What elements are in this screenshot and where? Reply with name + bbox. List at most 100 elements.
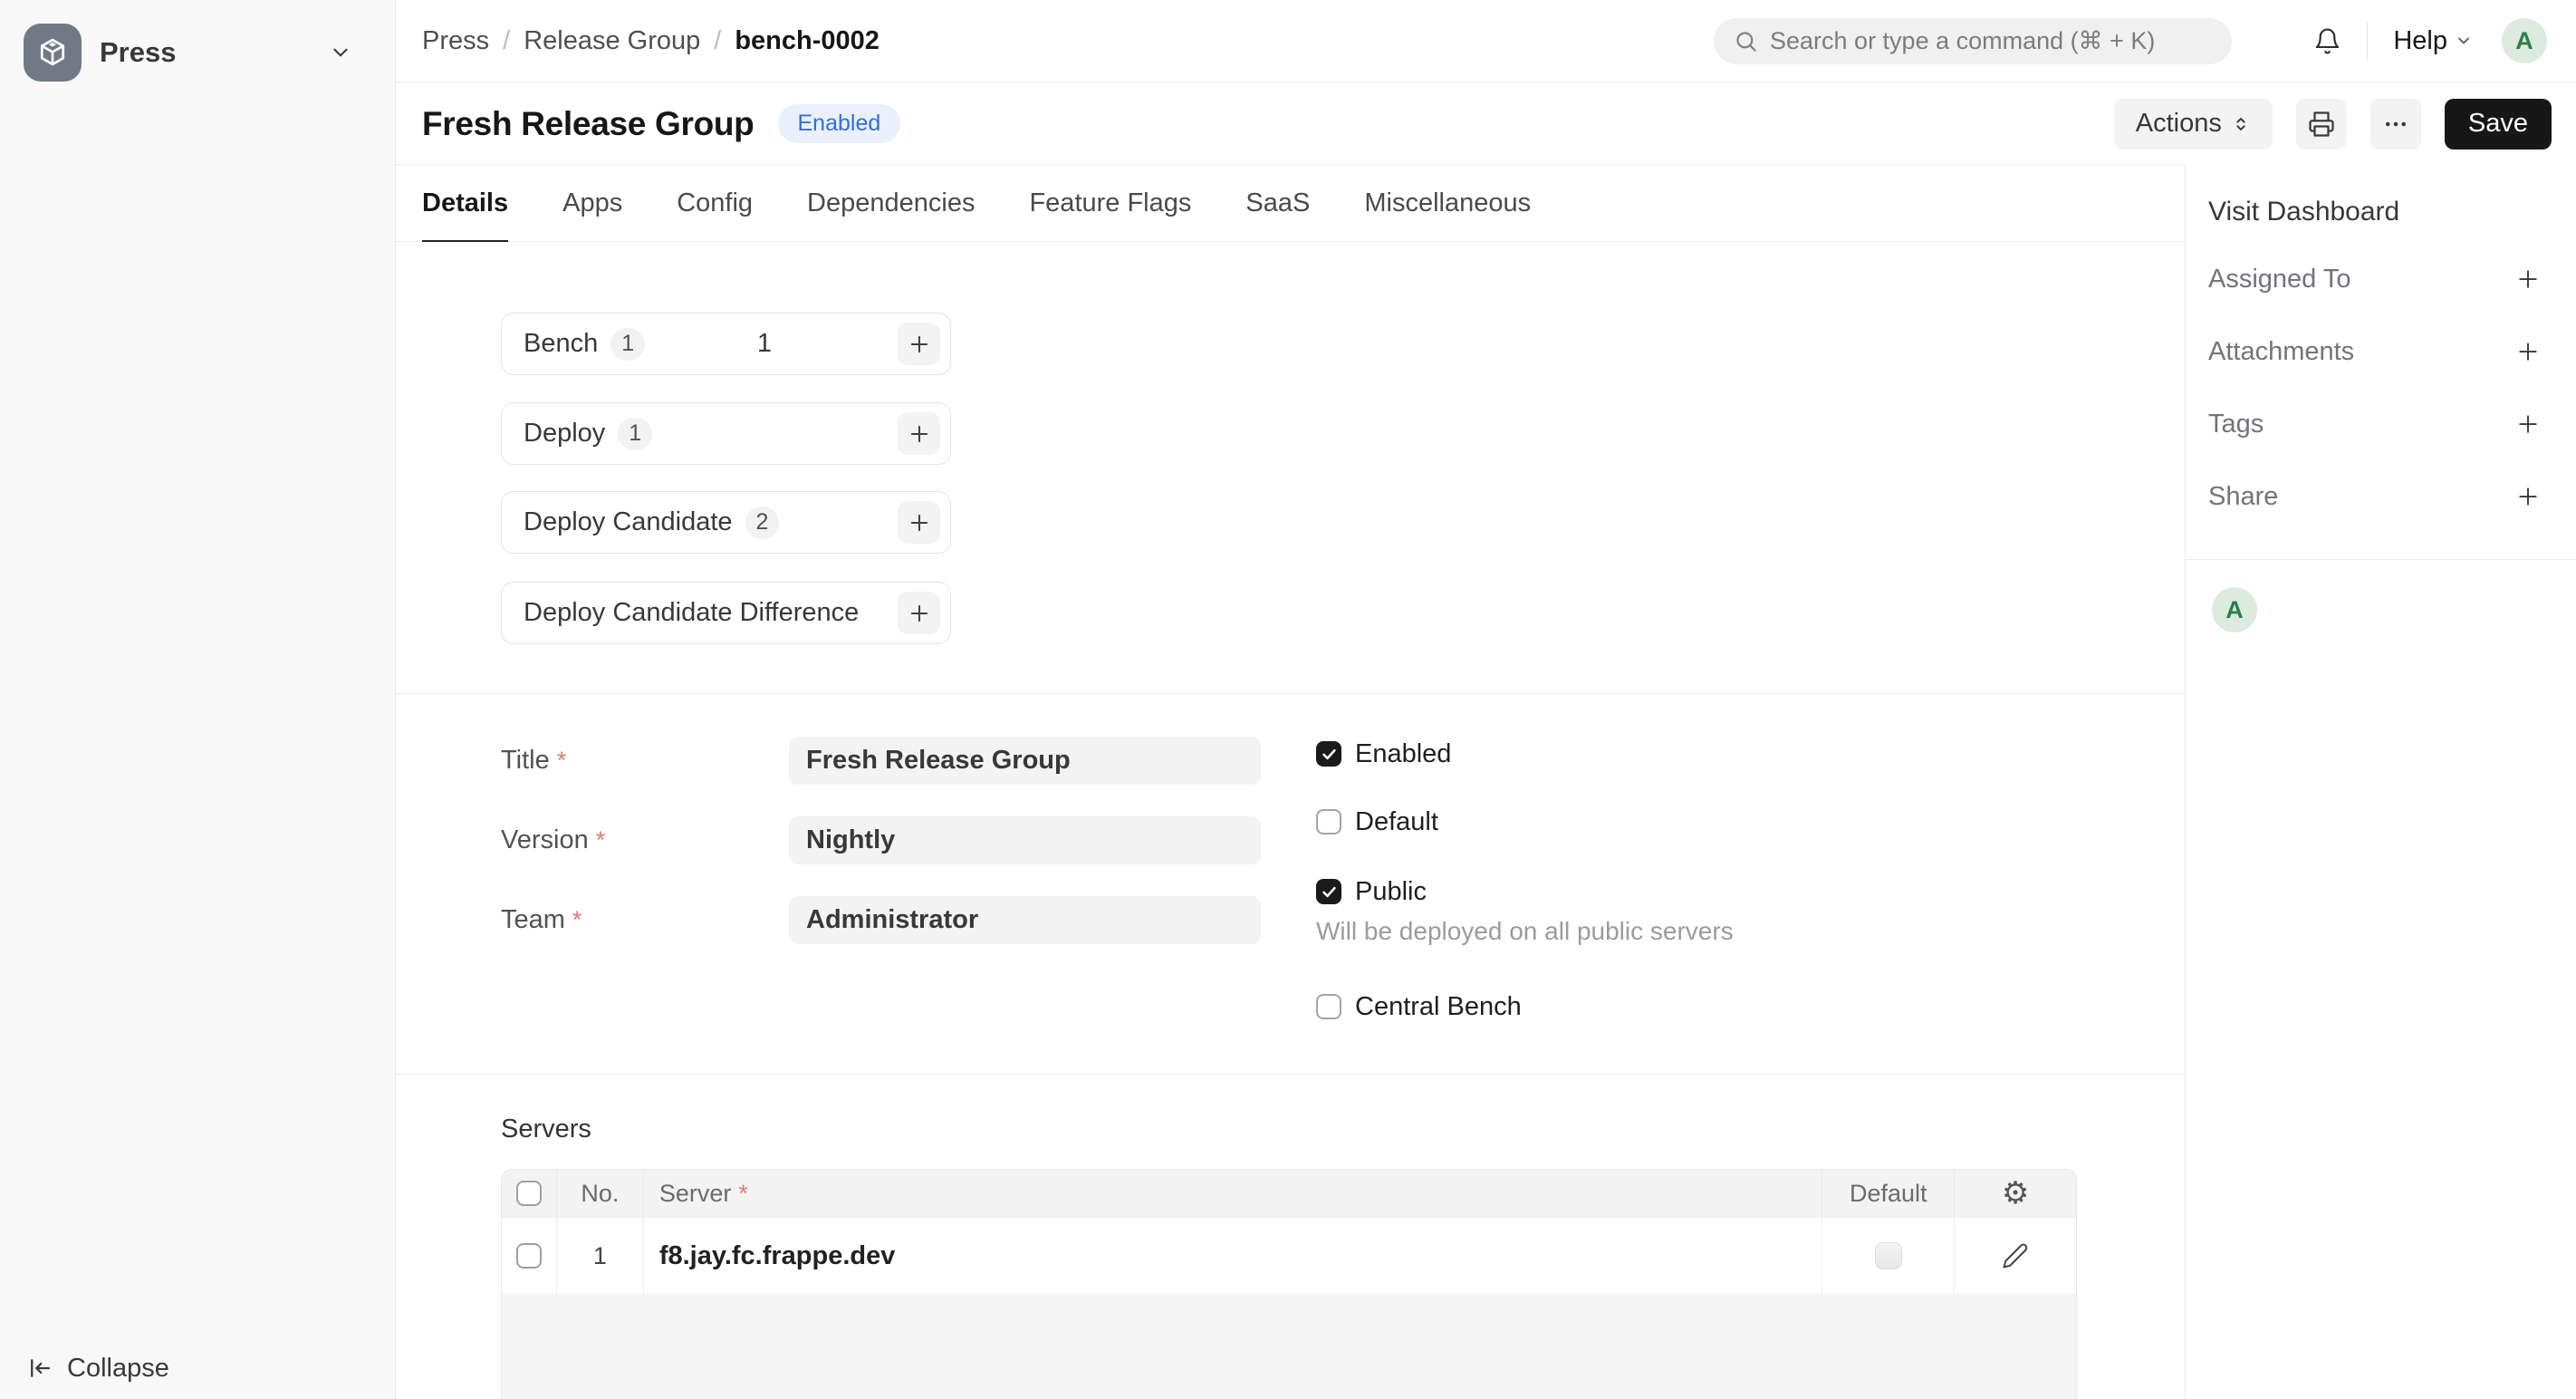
attachments-label: Attachments [2208,337,2354,367]
required-asterisk: * [596,826,606,854]
chevron-down-icon [329,41,352,64]
link-card-deploy[interactable]: Deploy 1 [501,402,951,465]
plus-icon [907,601,932,626]
tab-saas[interactable]: SaaS [1245,165,1310,242]
team-field-label: Team* [501,896,582,944]
plus-icon [2514,338,2542,365]
workspace-switcher[interactable]: Press [24,22,372,83]
breadcrumb-press[interactable]: Press [422,26,489,56]
servers-section-title: Servers [501,1114,591,1144]
checkbox-label: Central Bench [1355,992,1522,1022]
page-title: Fresh Release Group [422,105,755,143]
add-deploy-candidate-button[interactable] [898,501,940,544]
enabled-checkbox[interactable]: Enabled [1316,740,1451,767]
notifications-bell-icon[interactable] [2313,27,2341,55]
add-attachment-button[interactable] [2514,338,2542,365]
link-card-count-badge: 1 [618,418,652,450]
collapse-label: Collapse [67,1354,169,1384]
checkbox-unchecked-icon [1316,809,1341,835]
link-card-count-badge: 1 [610,328,645,361]
add-share-button[interactable] [2514,483,2542,510]
topbar-right-cluster: Help A [2313,0,2547,82]
add-deploy-button[interactable] [898,412,940,455]
actions-label: Actions [2136,109,2222,139]
help-label: Help [2393,26,2447,56]
link-card-count-badge: 2 [745,507,780,539]
plus-icon [2514,410,2542,438]
printer-icon [2308,111,2335,138]
save-button[interactable]: Save [2445,99,2552,150]
visit-dashboard-link[interactable]: Visit Dashboard [2208,197,2399,227]
plus-icon [2514,483,2542,510]
app-window: Press Collapse Press / Release Group / b… [0,0,2576,1399]
search-input[interactable]: Search or type a command (⌘ + K) [1714,18,2232,64]
tab-config[interactable]: Config [677,165,753,242]
server-table-row: 1 f8.jay.fc.frappe.dev [502,1217,2076,1294]
breadcrumb-separator: / [503,26,510,56]
tab-miscellaneous[interactable]: Miscellaneous [1364,165,1531,242]
checkbox-label: Enabled [1355,739,1451,769]
server-name-cell[interactable]: f8.jay.fc.frappe.dev [644,1218,1823,1294]
required-asterisk: * [557,747,567,775]
link-card-bench[interactable]: Bench 1 1 [501,313,951,375]
link-card-value: 1 [746,329,783,359]
more-menu-button[interactable] [2370,99,2421,150]
print-button[interactable] [2296,99,2347,150]
right-side-panel: Visit Dashboard Assigned To Attachments … [2185,165,2576,1399]
share-label: Share [2208,482,2278,512]
tab-details[interactable]: Details [422,165,508,242]
add-deploy-candidate-difference-button[interactable] [898,592,940,634]
tags-row: Tags [2208,410,2542,439]
seen-by-avatar[interactable]: A [2212,587,2257,632]
actions-button[interactable]: Actions [2114,99,2273,150]
link-card-deploy-candidate[interactable]: Deploy Candidate 2 [501,491,951,554]
tab-feature-flags[interactable]: Feature Flags [1029,165,1191,242]
assigned-to-row: Assigned To [2208,265,2542,294]
add-assignment-button[interactable] [2514,265,2542,293]
link-card-deploy-candidate-difference[interactable]: Deploy Candidate Difference [501,582,951,644]
servers-table: No. Server* Default ⚙ 1 f8.jay.fc.frappe… [501,1169,2077,1294]
breadcrumb-release-group[interactable]: Release Group [524,26,700,56]
column-server: Server* [644,1170,1823,1217]
column-default: Default [1822,1170,1955,1217]
section-divider [396,1074,2185,1075]
top-bar: Press / Release Group / bench-0002 Searc… [396,0,2576,82]
table-settings-gear-icon[interactable]: ⚙ [2002,1175,2029,1211]
user-avatar[interactable]: A [2502,18,2547,63]
collapse-icon [26,1355,53,1382]
row-number: 1 [557,1218,644,1294]
select-chevrons-icon [2231,114,2251,134]
required-asterisk: * [738,1180,748,1208]
search-placeholder: Search or type a command (⌘ + K) [1770,27,2155,55]
help-menu[interactable]: Help [2393,26,2473,56]
public-checkbox-help-text: Will be deployed on all public servers [1316,917,1734,946]
plus-icon [907,510,932,535]
select-all-checkbox[interactable] [516,1181,542,1206]
attachments-row: Attachments [2208,337,2542,366]
plus-icon [907,421,932,447]
add-tag-button[interactable] [2514,410,2542,438]
status-badge: Enabled [778,104,901,143]
column-no: No. [557,1170,644,1217]
version-field-label: Version* [501,816,605,864]
link-card-label: Deploy Candidate [524,507,733,537]
edit-row-pencil-icon[interactable] [2002,1242,2029,1269]
tab-dependencies[interactable]: Dependencies [807,165,975,242]
breadcrumb-separator: / [714,26,721,56]
public-checkbox[interactable]: Public [1316,878,1427,905]
default-checkbox[interactable]: Default [1316,808,1438,835]
ellipsis-icon [2382,111,2409,138]
collapse-sidebar-button[interactable]: Collapse [26,1346,169,1390]
default-disabled-checkbox[interactable] [1875,1242,1902,1269]
breadcrumb: Press / Release Group / bench-0002 [422,0,879,82]
tab-apps[interactable]: Apps [562,165,622,242]
search-icon [1734,29,1758,53]
row-select-checkbox[interactable] [516,1243,542,1269]
title-field[interactable]: Fresh Release Group [789,737,1261,785]
add-bench-button[interactable] [898,323,940,365]
panel-divider [2186,559,2576,560]
share-row: Share [2208,482,2542,511]
version-field[interactable]: Nightly [789,816,1261,864]
central-bench-checkbox[interactable]: Central Bench [1316,993,1522,1020]
team-field[interactable]: Administrator [789,896,1261,944]
